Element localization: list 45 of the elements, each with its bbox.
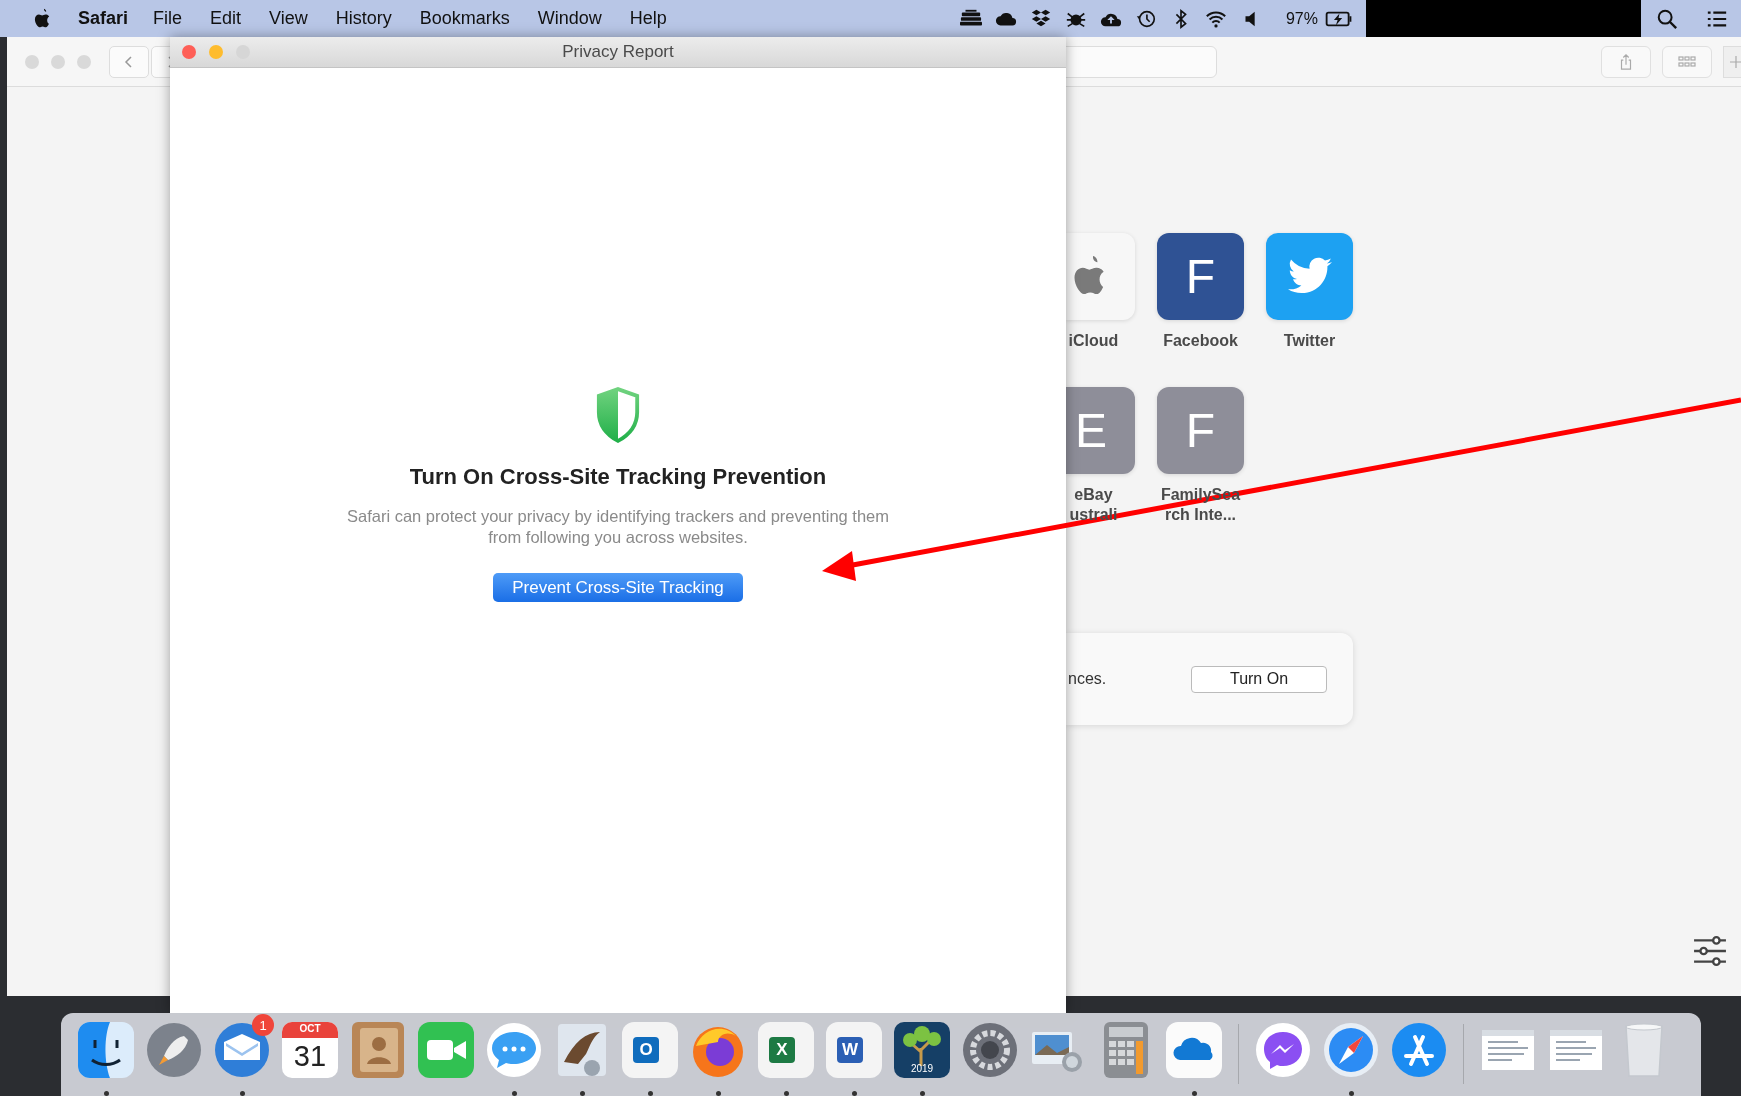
window-title: Privacy Report bbox=[562, 42, 674, 62]
notification-badge: 1 bbox=[252, 1014, 274, 1036]
close-button[interactable] bbox=[182, 45, 196, 59]
battery-percentage: 97% bbox=[1285, 9, 1318, 28]
prevent-tracking-button[interactable]: Prevent Cross-Site Tracking bbox=[493, 573, 743, 602]
shield-icon bbox=[595, 387, 641, 443]
chat-bolt-icon[interactable] bbox=[1255, 1022, 1311, 1078]
favorite-tile[interactable]: F bbox=[1157, 233, 1244, 320]
menu-item[interactable]: Window bbox=[537, 8, 602, 29]
card-text: nces. bbox=[1068, 670, 1107, 688]
envelope-icon[interactable] bbox=[214, 1022, 270, 1078]
calendar-icon[interactable]: OCT 31 bbox=[282, 1022, 338, 1078]
favorite-tile[interactable] bbox=[1266, 233, 1353, 320]
plus-icon bbox=[1730, 55, 1741, 68]
app-store-icon[interactable] bbox=[1391, 1022, 1447, 1078]
favorite-label: iCloud bbox=[1068, 331, 1119, 351]
tree-icon[interactable]: 2019 bbox=[894, 1022, 950, 1078]
search-icon[interactable] bbox=[1655, 7, 1679, 30]
menu-item[interactable]: View bbox=[269, 8, 308, 29]
dialog-description: Safari can protect your privacy by identifying trackers and preventing them from following you across websites. bbox=[346, 506, 890, 548]
favorite-label: Twitter bbox=[1282, 331, 1337, 351]
favorite-tile[interactable] bbox=[1066, 233, 1135, 320]
speech-bubble-icon[interactable] bbox=[486, 1022, 542, 1078]
letter-tile-icon[interactable]: O bbox=[622, 1022, 678, 1078]
favorite-label: Facebook bbox=[1162, 331, 1239, 351]
menu-item[interactable]: Bookmarks bbox=[419, 8, 510, 29]
menu-item[interactable]: File bbox=[153, 8, 183, 29]
favorite-label: eBay ustrali bbox=[1069, 485, 1118, 525]
menu-item[interactable]: Help bbox=[629, 8, 667, 29]
menu-item[interactable]: Edit bbox=[210, 8, 242, 29]
turn-on-button[interactable]: Turn On bbox=[1191, 665, 1327, 693]
address-book-icon[interactable] bbox=[350, 1022, 406, 1078]
chevron-left-icon bbox=[124, 53, 134, 70]
menu-item[interactable]: History bbox=[335, 8, 392, 29]
apple-menu-icon[interactable] bbox=[34, 7, 52, 30]
video-camera-icon[interactable] bbox=[418, 1022, 474, 1078]
rocket-icon[interactable] bbox=[146, 1022, 202, 1078]
settings-sliders-icon[interactable] bbox=[1693, 936, 1727, 966]
dialog-heading: Turn On Cross-Site Tracking Prevention bbox=[409, 464, 827, 490]
letter-tile-icon[interactable]: X bbox=[758, 1022, 814, 1078]
compass-icon[interactable] bbox=[1323, 1022, 1379, 1078]
app-menu[interactable]: Safari bbox=[78, 8, 129, 29]
gear-icon[interactable] bbox=[962, 1022, 1018, 1078]
smiling-face-icon[interactable] bbox=[78, 1022, 134, 1078]
letter-tile-icon[interactable]: W bbox=[826, 1022, 882, 1078]
